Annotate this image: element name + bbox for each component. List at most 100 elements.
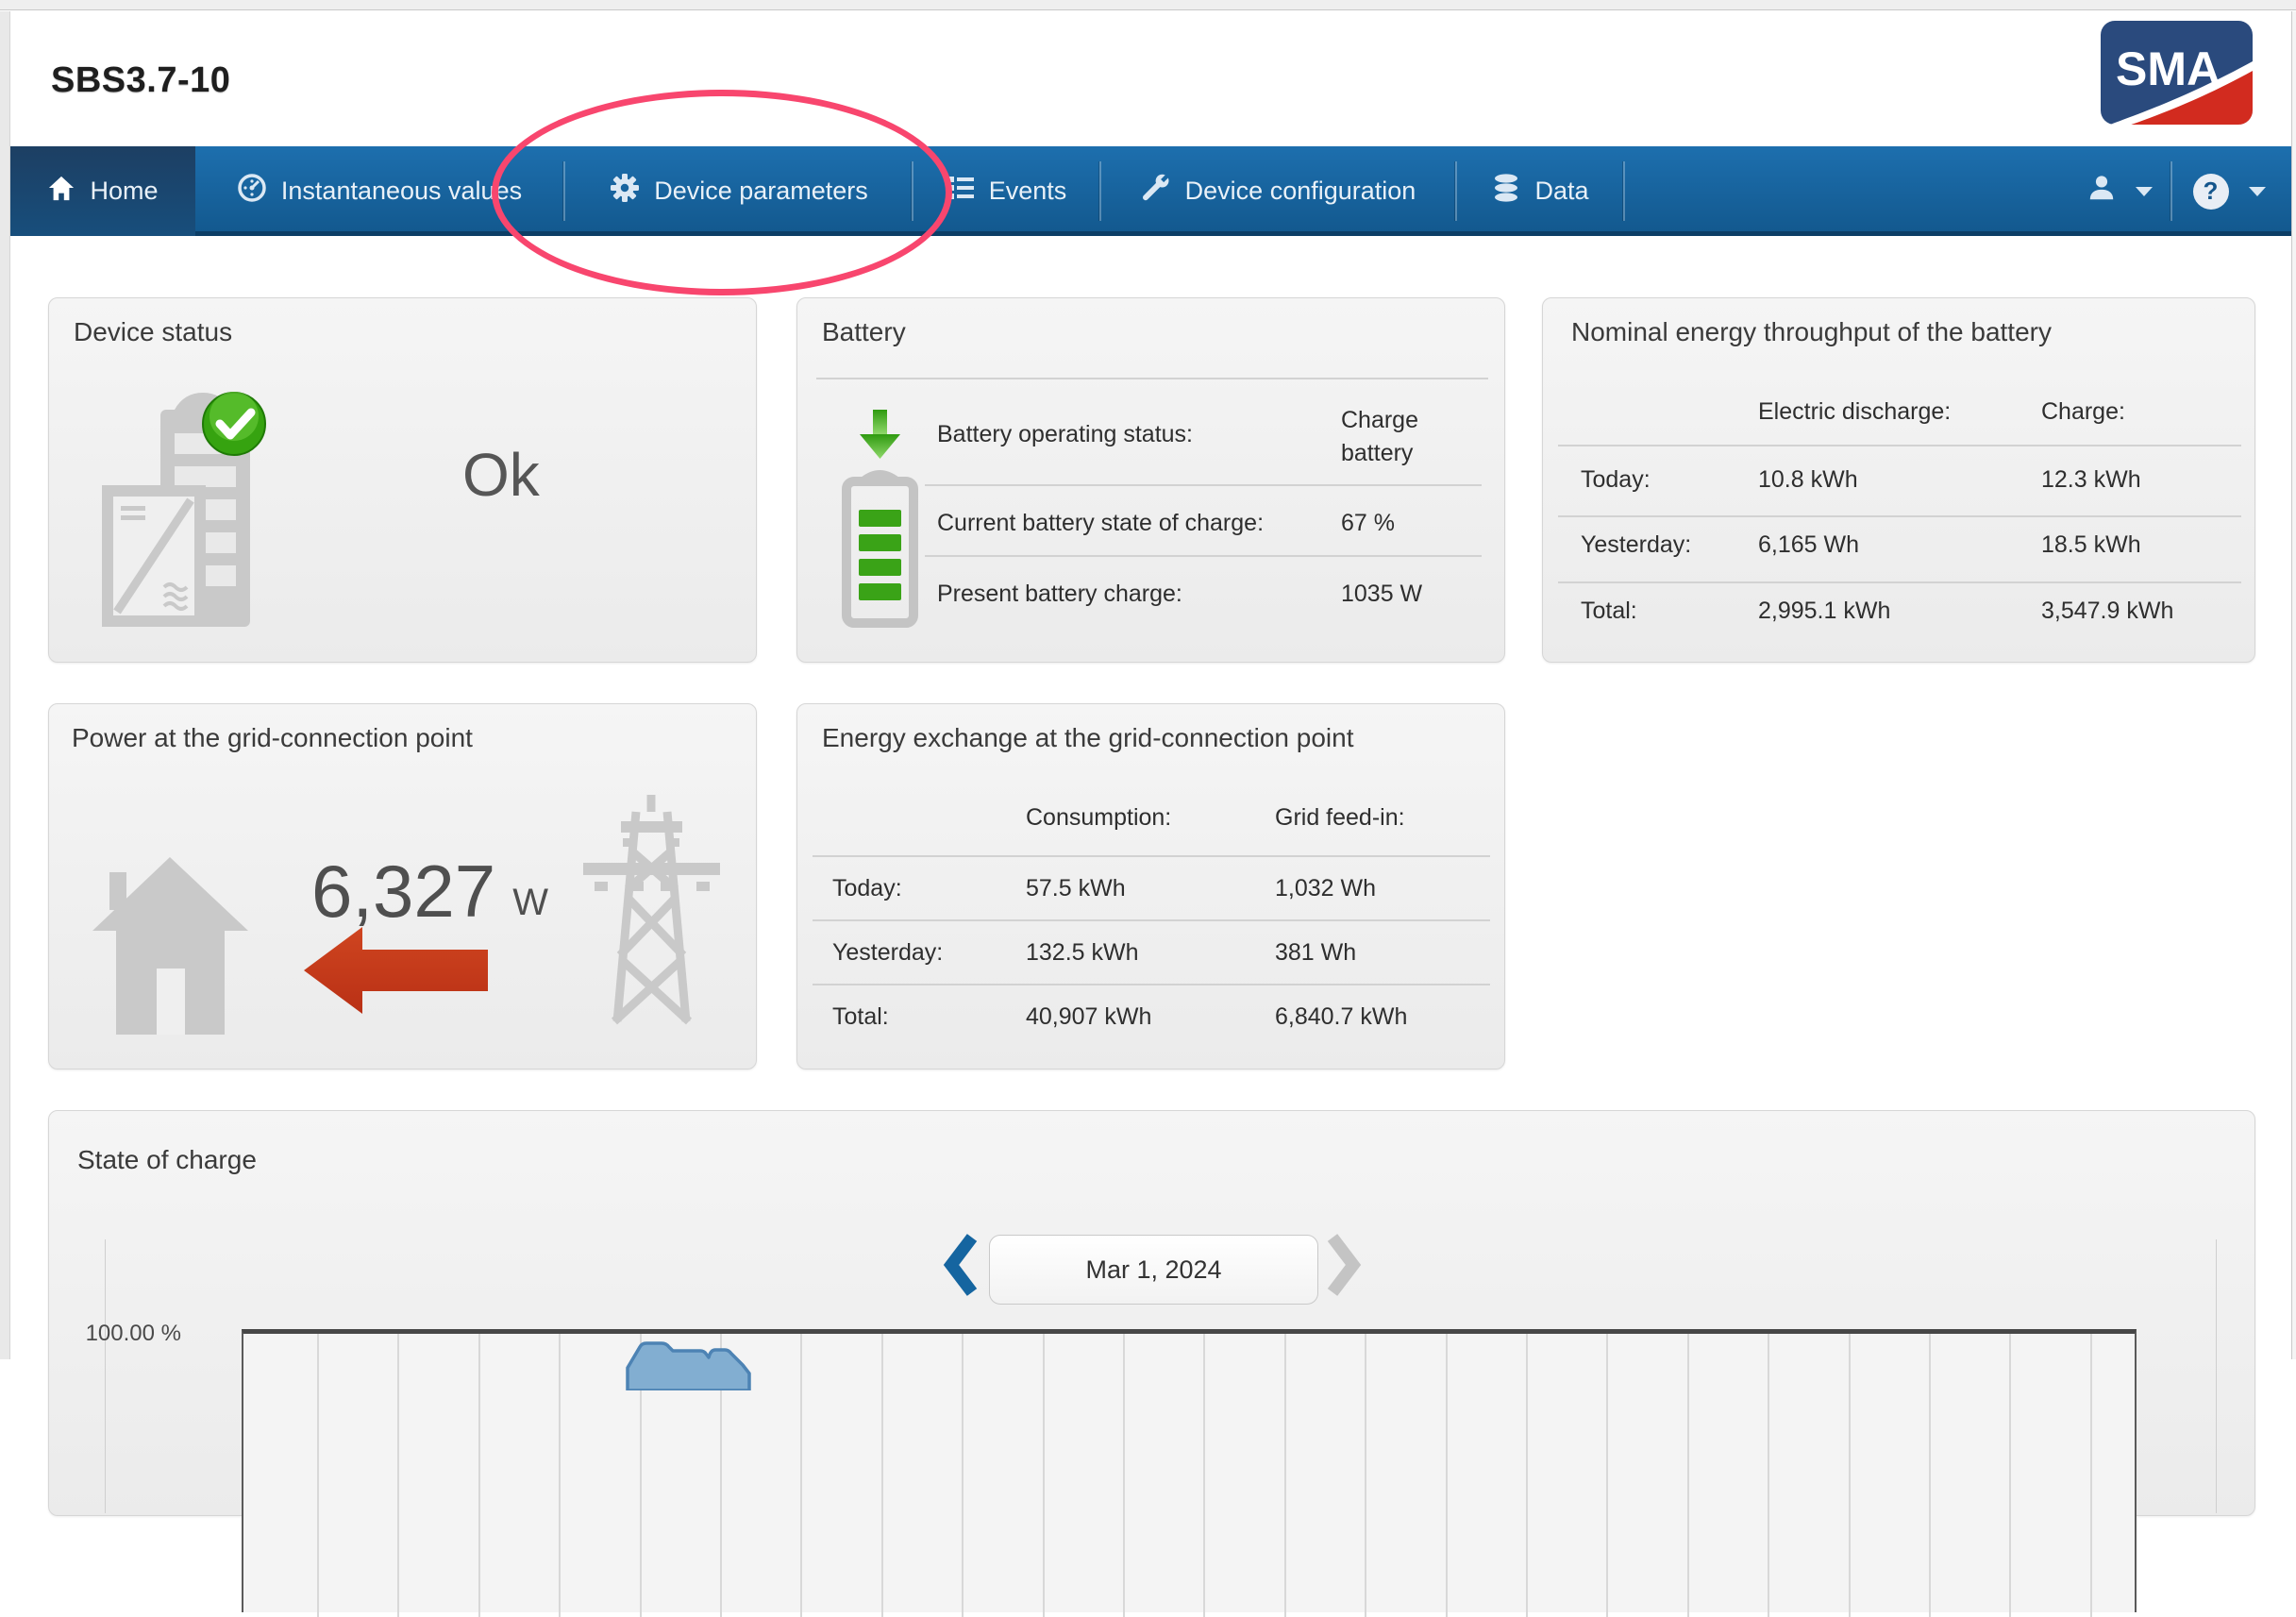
chart-gridline bbox=[1687, 1334, 1689, 1617]
chart-gridline bbox=[1365, 1334, 1366, 1617]
divider bbox=[1558, 515, 2241, 517]
user-menu[interactable] bbox=[2071, 146, 2168, 236]
nav-tab-device-parameters[interactable]: Device parameters bbox=[566, 146, 912, 236]
cell-feedin: 6,840.7 kWh bbox=[1275, 1003, 1407, 1031]
chart-frame-edge bbox=[105, 1239, 106, 1513]
nav-tab-events[interactable]: Events bbox=[914, 146, 1098, 236]
date-selector-button[interactable]: Mar 1, 2024 bbox=[989, 1235, 1318, 1305]
panel-state-of-charge: State of charge Mar 1, 2024 100.00 % bbox=[48, 1110, 2255, 1516]
cell-feedin: 1,032 Wh bbox=[1275, 875, 1376, 902]
cell-consumption: 40,907 kWh bbox=[1026, 1003, 1151, 1031]
window-top-strip bbox=[0, 0, 2296, 10]
divider bbox=[813, 855, 1490, 857]
database-icon bbox=[1492, 173, 1520, 210]
row-label: Total: bbox=[832, 1003, 889, 1031]
panel-title: Battery bbox=[822, 317, 906, 347]
cell-discharge: 6,165 Wh bbox=[1758, 531, 1859, 559]
nav-tab-data[interactable]: Data bbox=[1458, 146, 1623, 236]
panel-title: Energy exchange at the grid-connection p… bbox=[822, 723, 1354, 753]
divider bbox=[813, 984, 1490, 985]
divider bbox=[813, 919, 1490, 921]
grid-power-number: 6,327 bbox=[311, 853, 495, 929]
chart-frame-edge bbox=[2216, 1239, 2217, 1513]
cell-charge: 3,547.9 kWh bbox=[2041, 598, 2173, 625]
cell-consumption: 132.5 kWh bbox=[1026, 939, 1139, 967]
row-label: Today: bbox=[832, 875, 902, 902]
column-header: Charge: bbox=[2041, 398, 2125, 426]
chart-gridline bbox=[1203, 1334, 1205, 1617]
divider bbox=[816, 378, 1488, 379]
battery-charging-icon bbox=[835, 410, 925, 636]
page-title: SBS3.7-10 bbox=[51, 60, 230, 101]
nav-tab-label: Events bbox=[989, 177, 1067, 206]
row-label: Yesterday: bbox=[1581, 531, 1691, 559]
chart-gridline bbox=[1123, 1334, 1125, 1617]
nav-tab-label: Data bbox=[1534, 177, 1588, 206]
wrench-icon bbox=[1141, 173, 1171, 210]
chart-gridline bbox=[1606, 1334, 1608, 1617]
help-menu[interactable]: ? bbox=[2177, 146, 2281, 236]
nav-separator bbox=[912, 161, 913, 221]
chart-gridline bbox=[1043, 1334, 1045, 1617]
row-label: Battery operating status: bbox=[937, 421, 1193, 448]
chart-gridline bbox=[800, 1334, 802, 1617]
nav-tab-instantaneous-values[interactable]: Instantaneous values bbox=[195, 146, 563, 236]
device-status-value: Ok bbox=[462, 440, 540, 510]
panel-energy-exchange: Energy exchange at the grid-connection p… bbox=[796, 703, 1505, 1070]
panel-device-status: Device status Ok bbox=[48, 297, 757, 663]
power-flow-arrow-icon bbox=[304, 927, 488, 1021]
nav-tab-home[interactable]: Home bbox=[10, 146, 195, 236]
y-axis-max-label: 100.00 % bbox=[68, 1321, 181, 1347]
panel-title: Nominal energy throughput of the battery bbox=[1571, 317, 2052, 347]
chart-gridline bbox=[1768, 1334, 1769, 1617]
panel-title: State of charge bbox=[77, 1145, 257, 1175]
chart-gridline bbox=[2090, 1334, 2092, 1617]
nav-separator bbox=[1623, 161, 1625, 221]
nav-separator bbox=[2170, 161, 2172, 221]
window-right-strip bbox=[2291, 11, 2296, 1359]
cell-charge: 12.3 kWh bbox=[2041, 466, 2141, 494]
inverter-status-icon bbox=[85, 381, 311, 650]
chart-gridline bbox=[1526, 1334, 1528, 1617]
divider bbox=[1558, 445, 2241, 446]
row-value: 1035 W bbox=[1341, 581, 1422, 608]
row-label: Yesterday: bbox=[832, 939, 943, 967]
row-label: Present battery charge: bbox=[937, 581, 1182, 608]
nav-tab-label: Instantaneous values bbox=[281, 177, 522, 206]
divider bbox=[1558, 581, 2241, 583]
chart-gridline bbox=[1929, 1334, 1931, 1617]
chart-gridline bbox=[1446, 1334, 1448, 1617]
cell-consumption: 57.5 kWh bbox=[1026, 875, 1126, 902]
chart-gridline bbox=[1849, 1334, 1851, 1617]
home-icon bbox=[47, 175, 75, 208]
cell-discharge: 2,995.1 kWh bbox=[1758, 598, 1890, 625]
state-of-charge-chart[interactable] bbox=[242, 1329, 2137, 1612]
column-header: Grid feed-in: bbox=[1275, 804, 1405, 832]
panel-title: Power at the grid-connection point bbox=[72, 723, 473, 753]
sma-logo: SMA bbox=[2101, 21, 2253, 125]
main-navigation: Home Instantaneous values Device paramet… bbox=[10, 146, 2291, 236]
date-next-button[interactable] bbox=[1325, 1232, 1363, 1298]
chart-gridline bbox=[881, 1334, 883, 1617]
chevron-down-icon bbox=[2249, 187, 2266, 196]
chart-gridline bbox=[1284, 1334, 1286, 1617]
help-icon: ? bbox=[2193, 174, 2229, 210]
panel-grid-power: Power at the grid-connection point 6,327… bbox=[48, 703, 757, 1070]
chevron-down-icon bbox=[2136, 187, 2153, 196]
row-label: Today: bbox=[1581, 466, 1651, 494]
gear-icon bbox=[610, 173, 640, 210]
column-header: Electric discharge: bbox=[1758, 398, 1951, 426]
date-prev-button[interactable] bbox=[942, 1232, 980, 1298]
gauge-icon bbox=[237, 173, 267, 210]
list-icon bbox=[947, 174, 975, 209]
nav-tab-label: Device parameters bbox=[654, 177, 868, 206]
house-icon bbox=[92, 855, 248, 1049]
user-icon bbox=[2087, 173, 2116, 210]
row-label: Current battery state of charge: bbox=[937, 510, 1264, 537]
row-value: Charge battery bbox=[1341, 404, 1492, 470]
nav-tab-device-configuration[interactable]: Device configuration bbox=[1101, 146, 1455, 236]
cell-feedin: 381 Wh bbox=[1275, 939, 1356, 967]
panel-battery: Battery Battery operating status: Charge… bbox=[796, 297, 1505, 663]
nav-tab-label: Home bbox=[90, 177, 158, 206]
panel-title: Device status bbox=[74, 317, 232, 347]
